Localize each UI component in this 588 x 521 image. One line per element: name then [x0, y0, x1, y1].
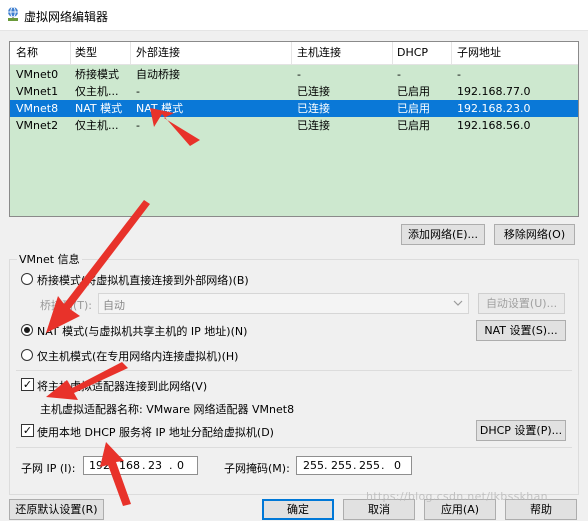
cell-external: -	[136, 85, 140, 98]
cell-type: NAT 模式	[75, 102, 123, 115]
cell-external: 自动桥接	[136, 68, 180, 81]
cell-dhcp: 已启用	[397, 85, 430, 98]
divider	[16, 447, 572, 448]
adapter-name-text: 主机虚拟适配器名称: VMware 网络适配器 VMnet8	[40, 403, 295, 416]
cell-host: 已连接	[297, 85, 330, 98]
table-row[interactable]: VMnet2 仅主机... - 已连接 已启用 192.168.56.0	[10, 117, 578, 134]
subnet-ip-input[interactable]: 192 . 168 . 23 . 0	[83, 456, 198, 475]
restore-defaults-button[interactable]: 还原默认设置(R)	[9, 499, 104, 520]
table-row-selected[interactable]: VMnet8 NAT 模式 NAT 模式 已连接 已启用 192.168.23.…	[10, 100, 578, 117]
bridge-to-select[interactable]: 自动	[98, 293, 469, 314]
subnet-ip-label: 子网 IP (I):	[21, 462, 76, 475]
col-type[interactable]: 类型	[75, 46, 97, 60]
table-row[interactable]: VMnet0 桥接模式 自动桥接 - - -	[10, 66, 578, 83]
table-header: 名称 类型 外部连接 主机连接 DHCP 子网地址	[10, 42, 578, 65]
watermark: https://blog.csdn.net/lkbsskhan	[366, 490, 548, 503]
ok-button[interactable]: 确定	[262, 499, 334, 520]
cell-name: VMnet8	[16, 102, 59, 115]
host-only-label[interactable]: 仅主机模式(在专用网络内连接虚拟机)(H)	[37, 348, 238, 364]
cell-type: 仅主机...	[75, 119, 119, 132]
ip-octet[interactable]: 0	[177, 459, 184, 472]
ip-octet[interactable]: 192	[89, 459, 110, 472]
chevron-down-icon	[453, 300, 463, 306]
network-editor-icon	[8, 6, 18, 21]
col-host[interactable]: 主机连接	[297, 46, 341, 60]
nat-settings-button[interactable]: NAT 设置(S)...	[476, 320, 566, 341]
cell-name: VMnet0	[16, 68, 59, 81]
ip-octet[interactable]: 168	[119, 459, 140, 472]
cell-external: -	[136, 119, 140, 132]
network-table[interactable]: 名称 类型 外部连接 主机连接 DHCP 子网地址 VMnet0 桥接模式 自动…	[9, 41, 579, 217]
col-name[interactable]: 名称	[16, 46, 38, 60]
cell-type: 桥接模式	[75, 68, 119, 81]
auto-settings-button[interactable]: 自动设置(U)...	[478, 293, 565, 314]
cell-dhcp: 已启用	[397, 119, 430, 132]
cell-subnet: 192.168.77.0	[457, 85, 531, 98]
bridge-mode-radio[interactable]	[21, 273, 33, 285]
subnet-mask-label: 子网掩码(M):	[224, 462, 290, 475]
remove-network-button[interactable]: 移除网络(O)	[494, 224, 575, 245]
cell-subnet: 192.168.56.0	[457, 119, 531, 132]
cell-host: 已连接	[297, 102, 330, 115]
cell-host: 已连接	[297, 119, 330, 132]
cell-name: VMnet1	[16, 85, 59, 98]
use-dhcp-checkbox[interactable]: ✓	[21, 424, 34, 437]
mask-octet[interactable]: 0	[394, 459, 401, 472]
nat-mode-radio[interactable]	[21, 324, 33, 336]
divider	[16, 370, 572, 371]
title-bar: 虚拟网络编辑器	[0, 0, 588, 31]
add-network-button[interactable]: 添加网络(E)...	[401, 224, 485, 245]
col-dhcp[interactable]: DHCP	[397, 46, 428, 60]
nat-mode-label[interactable]: NAT 模式(与虚拟机共享主机的 IP 地址)(N)	[37, 323, 247, 339]
bridge-to-value: 自动	[103, 299, 125, 312]
use-dhcp-label[interactable]: 使用本地 DHCP 服务将 IP 地址分配给虚拟机(D)	[37, 424, 274, 440]
vmnet-info-legend: VMnet 信息	[17, 251, 82, 267]
bridge-mode-label[interactable]: 桥接模式(将虚拟机直接连接到外部网络)(B)	[37, 272, 249, 288]
connect-adapter-label[interactable]: 将主机虚拟适配器连接到此网络(V)	[37, 378, 207, 394]
subnet-mask-input[interactable]: 255 . 255 . 255 . 0	[296, 456, 412, 475]
cell-dhcp: -	[397, 68, 401, 81]
cell-subnet: -	[457, 68, 461, 81]
dhcp-settings-button[interactable]: DHCP 设置(P)...	[476, 420, 566, 441]
cell-type: 仅主机...	[75, 85, 119, 98]
host-only-radio[interactable]	[21, 349, 33, 361]
window-title: 虚拟网络编辑器	[24, 10, 109, 24]
mask-octet[interactable]: 255	[331, 459, 352, 472]
cell-name: VMnet2	[16, 119, 59, 132]
ip-octet[interactable]: 23	[148, 459, 162, 472]
mask-octet[interactable]: 255	[303, 459, 324, 472]
cell-dhcp: 已启用	[397, 102, 430, 115]
bridge-to-label: 桥接到(T):	[40, 299, 93, 312]
table-row[interactable]: VMnet1 仅主机... - 已连接 已启用 192.168.77.0	[10, 83, 578, 100]
connect-adapter-checkbox[interactable]: ✓	[21, 378, 34, 391]
mask-octet[interactable]: 255	[359, 459, 380, 472]
col-external[interactable]: 外部连接	[136, 46, 180, 60]
cell-subnet: 192.168.23.0	[457, 102, 531, 115]
col-subnet[interactable]: 子网地址	[457, 46, 501, 60]
cell-external: NAT 模式	[136, 102, 184, 115]
cell-host: -	[297, 68, 301, 81]
